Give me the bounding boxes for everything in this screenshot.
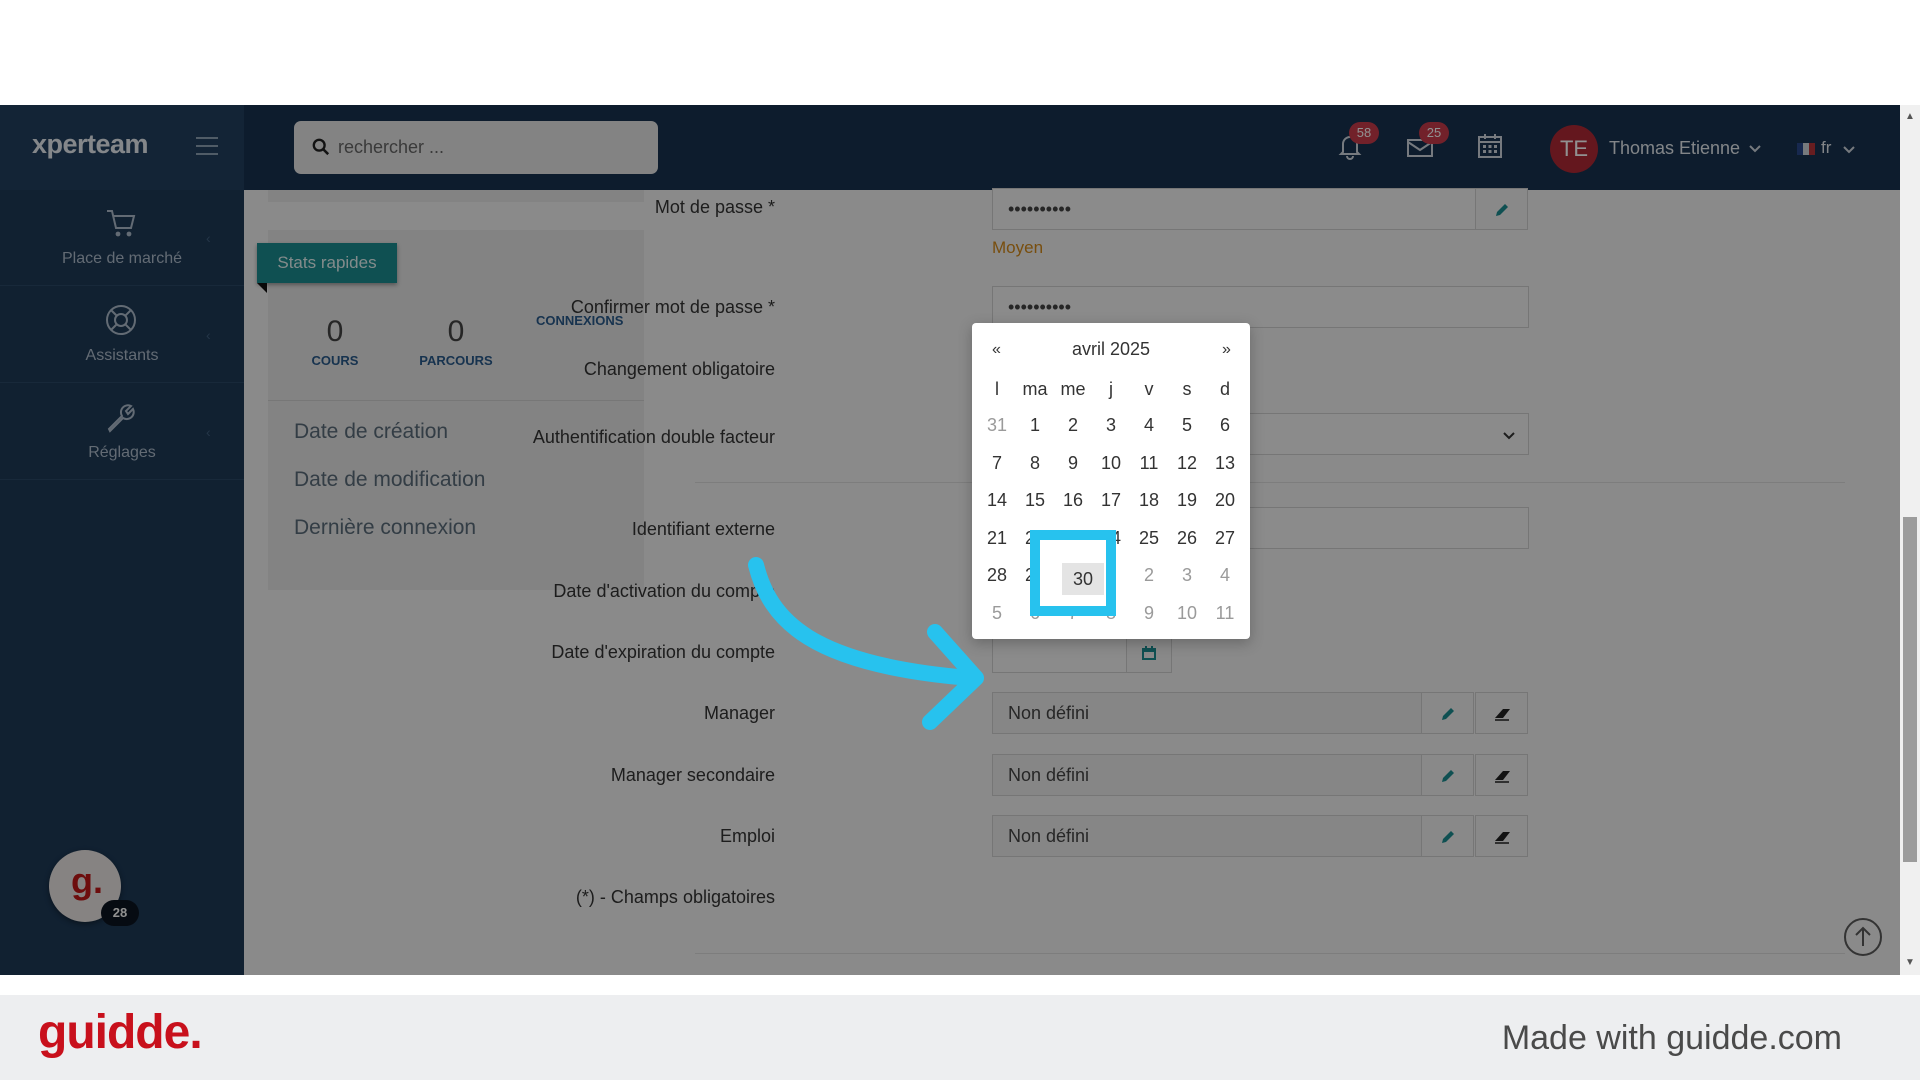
calendar-week-row: 14 15 16 17 18 19 20 bbox=[978, 482, 1244, 520]
weekday-label: ma bbox=[1022, 378, 1048, 399]
page-scrollbar[interactable]: ▲ ▼ bbox=[1900, 105, 1920, 975]
top-margin bbox=[0, 0, 1920, 105]
highlighted-day-number: 30 bbox=[1062, 563, 1104, 595]
calendar-day[interactable]: 7 bbox=[978, 445, 1016, 483]
calendar-day[interactable]: 17 bbox=[1092, 482, 1130, 520]
calendar-day[interactable]: 19 bbox=[1168, 482, 1206, 520]
next-month-button[interactable]: » bbox=[1222, 341, 1231, 359]
calendar-day[interactable]: 14 bbox=[978, 482, 1016, 520]
calendar-day[interactable]: 8 bbox=[1016, 445, 1054, 483]
calendar-day[interactable]: 26 bbox=[1168, 520, 1206, 558]
highlighted-day-30[interactable]: 30 bbox=[1030, 530, 1116, 616]
calendar-day[interactable]: 9 bbox=[1130, 595, 1168, 633]
calendar-day[interactable]: 3 bbox=[1168, 557, 1206, 595]
calendar-day[interactable]: 4 bbox=[1206, 557, 1244, 595]
calendar-day[interactable]: 10 bbox=[1168, 595, 1206, 633]
calendar-day[interactable]: 31 bbox=[978, 407, 1016, 445]
weekday-label: s bbox=[1182, 378, 1192, 399]
calendar-day[interactable]: 11 bbox=[1206, 595, 1244, 633]
calendar-day[interactable]: 11 bbox=[1130, 445, 1168, 483]
calendar-day[interactable]: 15 bbox=[1016, 482, 1054, 520]
weekday-label: me bbox=[1060, 378, 1086, 399]
calendar-day[interactable]: 20 bbox=[1206, 482, 1244, 520]
calendar-day[interactable]: 25 bbox=[1130, 520, 1168, 558]
dim-overlay bbox=[0, 105, 1920, 975]
calendar-week-row: 31 1 2 3 4 5 6 bbox=[978, 407, 1244, 445]
scroll-up-icon[interactable]: ▲ bbox=[1905, 111, 1915, 122]
scroll-down-icon[interactable]: ▼ bbox=[1905, 957, 1915, 968]
calendar-day[interactable]: 12 bbox=[1168, 445, 1206, 483]
calendar-day[interactable]: 18 bbox=[1130, 482, 1168, 520]
calendar-day[interactable]: 2 bbox=[1054, 407, 1092, 445]
guidde-footer: guidde. Made with guidde.com bbox=[0, 995, 1920, 1080]
calendar-day[interactable]: 4 bbox=[1130, 407, 1168, 445]
weekday-header-row: l ma me j v s d bbox=[978, 371, 1244, 407]
scrollbar-thumb[interactable] bbox=[1903, 517, 1917, 862]
calendar-day[interactable]: 27 bbox=[1206, 520, 1244, 558]
calendar-day[interactable]: 9 bbox=[1054, 445, 1092, 483]
guidde-footer-logo[interactable]: guidde. bbox=[38, 1005, 203, 1060]
calendar-day[interactable]: 10 bbox=[1092, 445, 1130, 483]
guide-arrow-icon bbox=[748, 557, 984, 730]
calendar-day[interactable]: 16 bbox=[1054, 482, 1092, 520]
calendar-day[interactable]: 1 bbox=[1016, 407, 1054, 445]
arrow-up-icon bbox=[1855, 926, 1871, 946]
calendar-day[interactable]: 3 bbox=[1092, 407, 1130, 445]
weekday-label: d bbox=[1219, 378, 1230, 399]
calendar-day[interactable]: 5 bbox=[1168, 407, 1206, 445]
calendar-day[interactable]: 13 bbox=[1206, 445, 1244, 483]
app-window: xperteam 58 25 TE Thomas Etienne fr bbox=[0, 105, 1920, 975]
weekday-label: v bbox=[1144, 378, 1154, 399]
made-with-text[interactable]: Made with guidde.com bbox=[1502, 1019, 1842, 1058]
calendar-day[interactable]: 6 bbox=[1206, 407, 1244, 445]
month-title[interactable]: avril 2025 bbox=[972, 339, 1250, 360]
weekday-label: j bbox=[1109, 378, 1113, 399]
weekday-label: l bbox=[995, 378, 999, 399]
back-to-top-button[interactable] bbox=[1844, 918, 1882, 956]
footer-gap bbox=[0, 975, 1920, 995]
calendar-week-row: 7 8 9 10 11 12 13 bbox=[978, 445, 1244, 483]
calendar-day[interactable]: 2 bbox=[1130, 557, 1168, 595]
